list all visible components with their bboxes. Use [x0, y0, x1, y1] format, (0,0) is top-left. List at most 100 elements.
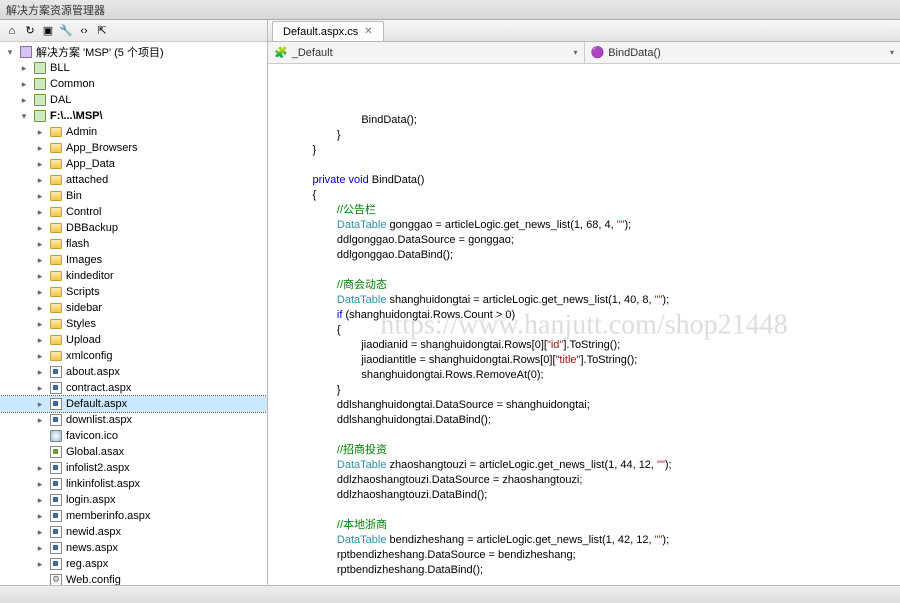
- expander-icon[interactable]: ▸: [34, 127, 46, 138]
- tree-item[interactable]: ▸login.aspx: [0, 492, 267, 508]
- expander-icon[interactable]: ▸: [34, 463, 46, 474]
- tree-item[interactable]: ▸ Default.aspx: [0, 396, 267, 412]
- expander-icon[interactable]: ▸: [34, 495, 46, 506]
- expander-icon[interactable]: ▸: [34, 543, 46, 554]
- expander-icon[interactable]: ▸: [34, 207, 46, 218]
- code-line: ddlzhaoshangtouzi.DataBind();: [288, 488, 900, 503]
- tree-item[interactable]: Global.asax: [0, 444, 267, 460]
- code-line: DataTable zhaoshangtouzi = articleLogic.…: [288, 458, 900, 473]
- tree-item-label: Scripts: [66, 286, 100, 298]
- expander-icon[interactable]: ▸: [34, 351, 46, 362]
- expander-icon[interactable]: ▸: [34, 255, 46, 266]
- expander-icon[interactable]: ▸: [34, 287, 46, 298]
- tree-item[interactable]: ▸ sidebar: [0, 300, 267, 316]
- tree-item[interactable]: ▸Styles: [0, 316, 267, 332]
- expander-icon[interactable]: ▸: [34, 159, 46, 170]
- tree-item[interactable]: ▸flash: [0, 236, 267, 252]
- refresh-icon[interactable]: ↻: [22, 23, 38, 39]
- code-line: }: [288, 128, 900, 143]
- tree-item[interactable]: ▸DBBackup: [0, 220, 267, 236]
- tree-item-label: kindeditor: [66, 270, 114, 282]
- tree-item-label: sidebar: [66, 302, 102, 314]
- show-all-icon[interactable]: ▣: [40, 23, 56, 39]
- editor-tabstrip[interactable]: Default.aspx.cs ✕: [268, 20, 900, 42]
- expander-icon[interactable]: ▸: [18, 95, 30, 106]
- tree-item[interactable]: ▸Upload: [0, 332, 267, 348]
- tree-item[interactable]: ▸BLL: [0, 60, 267, 76]
- tree-item[interactable]: ▸attached: [0, 172, 267, 188]
- tree-item-label: Default.aspx: [66, 398, 127, 410]
- expander-icon[interactable]: ▸: [34, 527, 46, 538]
- tree-item[interactable]: ▸Control: [0, 204, 267, 220]
- cs-icon: [48, 445, 64, 459]
- expander-icon[interactable]: ▸: [18, 63, 30, 74]
- expander-icon[interactable]: ▸: [34, 383, 46, 394]
- solution-tree[interactable]: ▾ 解决方案 'MSP' (5 个项目) ▸BLL▸Common▸DAL▾F:\…: [0, 42, 267, 585]
- tree-item[interactable]: ▸xmlconfig: [0, 348, 267, 364]
- code-line: DataTable gonggao = articleLogic.get_new…: [288, 218, 900, 233]
- code-line: ddlshanghuidongtai.DataSource = shanghui…: [288, 398, 900, 413]
- solution-explorer-panel: ⌂↻▣🔧‹›⇱ ▾ 解决方案 'MSP' (5 个项目) ▸BLL▸Common…: [0, 20, 268, 585]
- tree-item-label: downlist.aspx: [66, 414, 132, 426]
- tree-item[interactable]: ▸ Admin: [0, 124, 267, 140]
- expander-icon[interactable]: ▸: [34, 511, 46, 522]
- tab-label: Default.aspx.cs: [283, 26, 358, 38]
- expander-icon[interactable]: ▸: [34, 367, 46, 378]
- solution-node[interactable]: ▾ 解决方案 'MSP' (5 个项目): [0, 44, 267, 60]
- expander-icon[interactable]: ▸: [34, 223, 46, 234]
- tree-item[interactable]: ▾F:\...\MSP\: [0, 108, 267, 124]
- expander-icon[interactable]: ▸: [34, 271, 46, 282]
- tree-item[interactable]: Web.config: [0, 572, 267, 585]
- tree-item[interactable]: ▸DAL: [0, 92, 267, 108]
- code-editor[interactable]: https://www.hanjutt.com/shop21448 BindDa…: [268, 64, 900, 585]
- tree-item[interactable]: ▸Common: [0, 76, 267, 92]
- tree-item-label: Admin: [66, 126, 97, 138]
- tree-item[interactable]: ▸ downlist.aspx: [0, 412, 267, 428]
- tree-item[interactable]: ▸contract.aspx: [0, 380, 267, 396]
- expander-icon[interactable]: ▸: [34, 239, 46, 250]
- solution-icon: [18, 45, 34, 59]
- tree-item[interactable]: ▸linkinfolist.aspx: [0, 476, 267, 492]
- tree-item[interactable]: ▸Bin: [0, 188, 267, 204]
- expander-icon[interactable]: ▸: [34, 303, 46, 314]
- folder-icon: [48, 221, 64, 235]
- expander-icon[interactable]: ▸: [34, 399, 46, 410]
- tree-item[interactable]: ▸memberinfo.aspx: [0, 508, 267, 524]
- folder-icon: [48, 333, 64, 347]
- code-line: ddlzhaoshangtouzi.DataSource = zhaoshang…: [288, 473, 900, 488]
- expander-icon[interactable]: ▸: [34, 319, 46, 330]
- tree-item[interactable]: ▸ App_Browsers: [0, 140, 267, 156]
- expander-icon[interactable]: ▸: [34, 335, 46, 346]
- collapse-icon[interactable]: ⇱: [94, 23, 110, 39]
- expander-icon[interactable]: ▸: [18, 79, 30, 90]
- expander-icon[interactable]: ▸: [34, 143, 46, 154]
- code-line: //本地浙商: [288, 518, 900, 533]
- expander-icon[interactable]: ▾: [4, 47, 16, 58]
- tree-item[interactable]: ▸newid.aspx: [0, 524, 267, 540]
- expander-icon[interactable]: ▸: [34, 559, 46, 570]
- tree-item[interactable]: ▸news.aspx: [0, 540, 267, 556]
- tree-item[interactable]: ▸App_Data: [0, 156, 267, 172]
- close-icon[interactable]: ✕: [364, 26, 372, 37]
- tree-item[interactable]: ▸ kindeditor: [0, 268, 267, 284]
- tree-item[interactable]: ▸Images: [0, 252, 267, 268]
- expander-icon[interactable]: ▾: [18, 111, 30, 122]
- expander-icon[interactable]: ▸: [34, 479, 46, 490]
- proj-icon: [32, 61, 48, 75]
- tab-default-aspx-cs[interactable]: Default.aspx.cs ✕: [272, 21, 384, 41]
- tree-item[interactable]: ▸ Scripts: [0, 284, 267, 300]
- view-code-icon[interactable]: ‹›: [76, 23, 92, 39]
- tree-item[interactable]: ▸infolist2.aspx: [0, 460, 267, 476]
- tree-item-label: App_Browsers: [66, 142, 138, 154]
- member-dropdown[interactable]: 🟣 BindData() ▾: [585, 42, 900, 63]
- properties-icon[interactable]: 🔧: [58, 23, 74, 39]
- expander-icon[interactable]: ▸: [34, 415, 46, 426]
- expander-icon[interactable]: ▸: [34, 175, 46, 186]
- class-dropdown[interactable]: 🧩 _Default ▾: [268, 42, 585, 63]
- expander-icon[interactable]: ▸: [34, 191, 46, 202]
- tree-item[interactable]: ▸about.aspx: [0, 364, 267, 380]
- tree-item[interactable]: favicon.ico: [0, 428, 267, 444]
- tree-item[interactable]: ▸reg.aspx: [0, 556, 267, 572]
- home-icon[interactable]: ⌂: [4, 23, 20, 39]
- class-icon: 🧩: [274, 46, 288, 59]
